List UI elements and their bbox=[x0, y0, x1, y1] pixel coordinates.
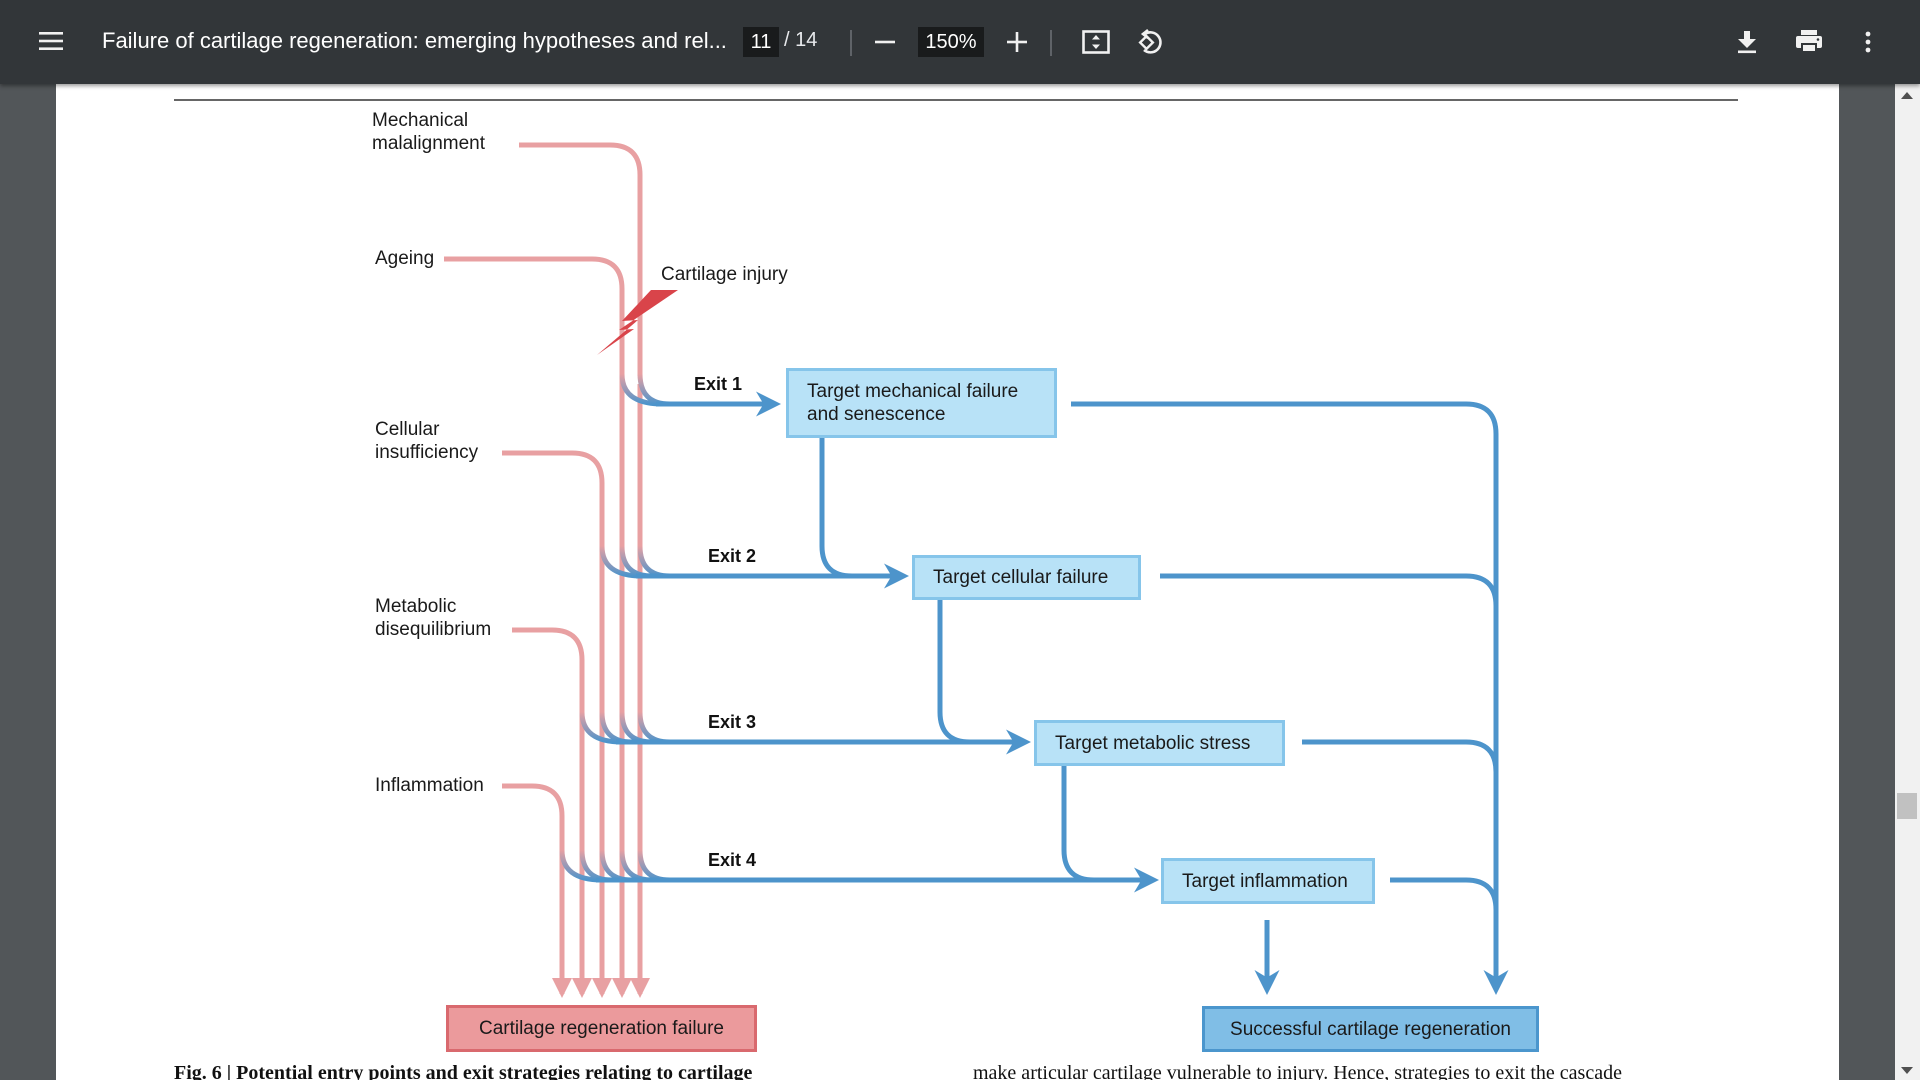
outcome-failure-box: Cartilage regeneration failure bbox=[446, 1005, 757, 1052]
target-label: Target inflammation bbox=[1182, 870, 1348, 892]
cause-label-line: insufficiency bbox=[375, 442, 479, 463]
target-link-1-2 bbox=[819, 438, 896, 579]
cause-label-line: Cellular bbox=[375, 419, 440, 440]
total-pages: 14 bbox=[795, 29, 818, 51]
cause-label-line: Ageing bbox=[375, 248, 435, 269]
cause-label-line: Inflammation bbox=[375, 775, 484, 796]
vertical-scrollbar[interactable] bbox=[1895, 84, 1920, 1080]
cause-label-ageing: Ageing bbox=[375, 247, 434, 270]
target-label-line: and senescence bbox=[807, 404, 946, 425]
zoom-level-input[interactable]: 150% bbox=[918, 27, 984, 57]
body-text: make articular cartilage vulnerable to i… bbox=[973, 1062, 1622, 1080]
target-link-3-4 bbox=[1061, 766, 1136, 883]
rotate-icon bbox=[1138, 28, 1162, 54]
exit-4-branch bbox=[579, 849, 613, 883]
menu-icon[interactable] bbox=[36, 26, 66, 56]
page-number-input[interactable]: 11 bbox=[743, 27, 779, 57]
outcome-success-box: Successful cartilage regeneration bbox=[1202, 1006, 1539, 1052]
download-icon bbox=[1738, 31, 1756, 54]
toolbar-divider bbox=[850, 30, 852, 56]
target-label: Target metabolic stress bbox=[1055, 732, 1251, 754]
cause-label-cellular: Cellular insufficiency bbox=[375, 418, 478, 464]
cause-label-mechanical: Mechanical malalignment bbox=[372, 109, 485, 155]
target-box-metabolic: Target metabolic stress bbox=[1034, 720, 1285, 766]
outcome-success-label: Successful cartilage regeneration bbox=[1230, 1018, 1511, 1040]
plus-icon bbox=[1007, 32, 1027, 52]
exit-label-2: Exit 2 bbox=[708, 546, 757, 566]
fit-to-page-button[interactable] bbox=[1080, 27, 1112, 57]
toolbar-divider bbox=[1050, 30, 1052, 56]
exit-label-3: Exit 3 bbox=[708, 712, 757, 732]
success-line-2 bbox=[1160, 573, 1499, 607]
scroll-thumb[interactable] bbox=[1897, 793, 1917, 819]
rotate-button[interactable] bbox=[1134, 26, 1166, 58]
cause-label-line: Mechanical bbox=[372, 110, 469, 131]
download-button[interactable] bbox=[1732, 26, 1762, 58]
exit-label-4: Exit 4 bbox=[708, 850, 757, 870]
exit-4-branch bbox=[599, 849, 633, 883]
success-line-4 bbox=[1390, 877, 1499, 911]
success-line-3 bbox=[1302, 739, 1499, 773]
cause-label-inflammation: Inflammation bbox=[375, 774, 484, 797]
target-box-inflammation: Target inflammation bbox=[1161, 858, 1375, 904]
fit-page-icon bbox=[1082, 30, 1110, 54]
cause-line-metabolic bbox=[512, 627, 592, 998]
minus-icon bbox=[875, 40, 895, 44]
exit-3-branch bbox=[599, 711, 633, 745]
page-count: / 14 bbox=[784, 29, 817, 52]
target-label-line: Target mechanical failure bbox=[807, 381, 1019, 402]
cause-label-metabolic: Metabolic disequilibrium bbox=[375, 595, 491, 641]
target-label: Target cellular failure bbox=[933, 567, 1109, 588]
page-separator: / bbox=[784, 29, 790, 51]
injury-label: Cartilage injury bbox=[661, 264, 788, 285]
cause-label-line: Metabolic bbox=[375, 596, 457, 617]
zoom-in-button[interactable] bbox=[1002, 27, 1032, 57]
exit-3-branch bbox=[637, 711, 671, 745]
scroll-down-arrow-icon[interactable] bbox=[1901, 1067, 1913, 1074]
exit-4-branch bbox=[637, 849, 671, 883]
scroll-up-arrow-icon[interactable] bbox=[1901, 92, 1913, 99]
print-icon bbox=[1796, 30, 1822, 53]
outcome-failure-label: Cartilage regeneration failure bbox=[478, 1018, 725, 1039]
target-box-cellular: Target cellular failure bbox=[912, 555, 1141, 600]
cause-label-line: disequilibrium bbox=[375, 619, 492, 640]
print-button[interactable] bbox=[1792, 26, 1826, 58]
target-box-mechanical: Target mechanical failure and senescence bbox=[786, 368, 1057, 438]
figure-caption: Fig. 6 | Potential entry points and exit… bbox=[174, 1062, 753, 1080]
exit-label-1: Exit 1 bbox=[694, 374, 743, 394]
cause-label-line: malalignment bbox=[372, 133, 485, 154]
zoom-out-button[interactable] bbox=[870, 27, 900, 57]
cause-line-cellular bbox=[502, 450, 612, 998]
target-link-2-3 bbox=[937, 600, 1016, 745]
more-vert-icon bbox=[1865, 31, 1871, 53]
cause-line-inflammation bbox=[502, 783, 572, 998]
more-options-button[interactable] bbox=[1854, 26, 1882, 58]
exit-2-branch bbox=[637, 545, 671, 579]
document-title: Failure of cartilage regeneration: emerg… bbox=[102, 28, 727, 53]
pdf-toolbar: Failure of cartilage regeneration: emerg… bbox=[0, 0, 1920, 84]
pdf-page: Mechanical malalignment Ageing Cellular in… bbox=[56, 84, 1839, 1080]
